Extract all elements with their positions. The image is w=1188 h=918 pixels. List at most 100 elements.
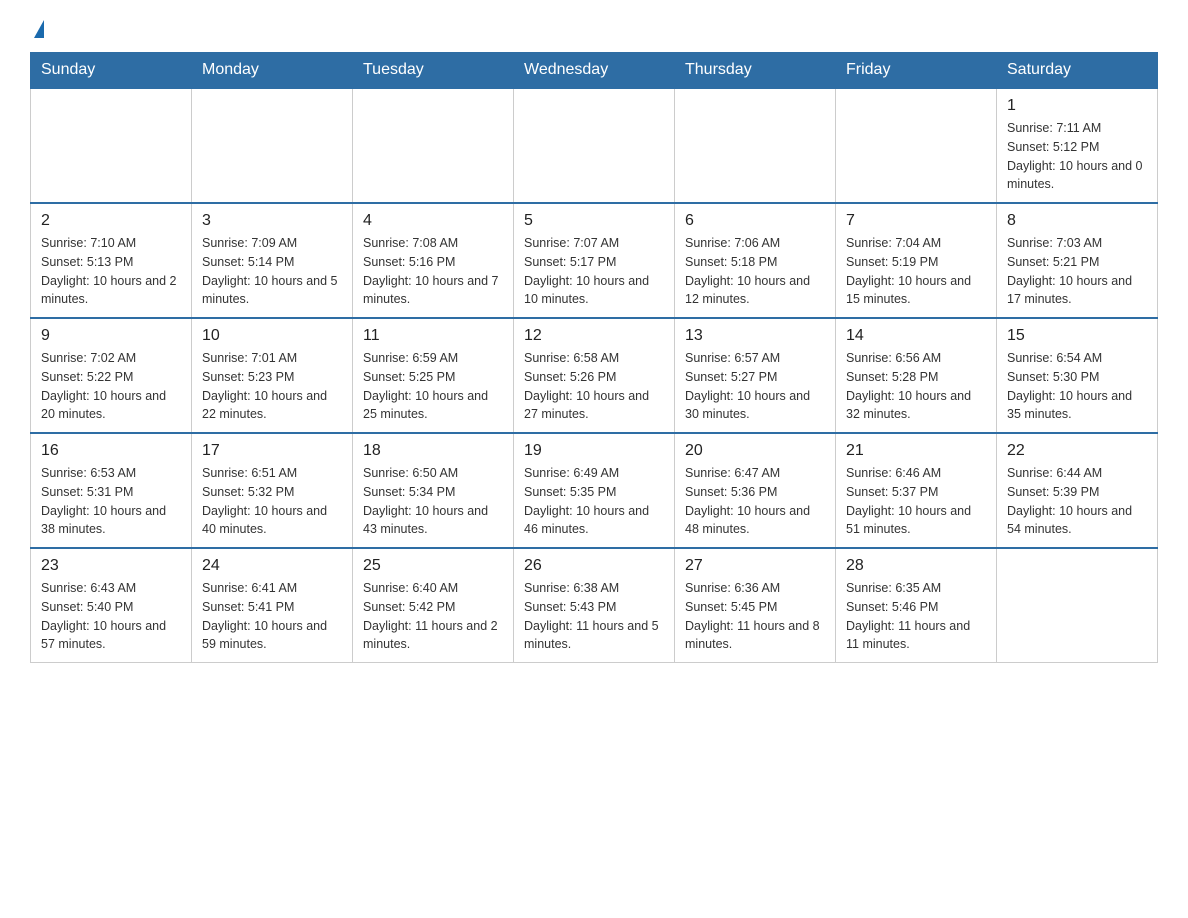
day-number: 10 [202,327,342,345]
page-header [30,20,1158,36]
day-info: Sunrise: 6:50 AMSunset: 5:34 PMDaylight:… [363,464,503,539]
calendar-cell [353,88,514,203]
day-of-week-header: Saturday [997,53,1158,89]
day-number: 1 [1007,97,1147,115]
calendar-cell: 27 Sunrise: 6:36 AMSunset: 5:45 PMDayligh… [675,548,836,663]
day-number: 22 [1007,442,1147,460]
day-number: 19 [524,442,664,460]
calendar-cell: 16 Sunrise: 6:53 AMSunset: 5:31 PMDayligh… [31,433,192,548]
day-number: 16 [41,442,181,460]
calendar-cell: 18 Sunrise: 6:50 AMSunset: 5:34 PMDayligh… [353,433,514,548]
calendar-cell: 5 Sunrise: 7:07 AMSunset: 5:17 PMDaylight… [514,203,675,318]
day-info: Sunrise: 7:02 AMSunset: 5:22 PMDaylight:… [41,349,181,424]
day-number: 15 [1007,327,1147,345]
day-of-week-header: Wednesday [514,53,675,89]
calendar-cell [192,88,353,203]
calendar-cell: 10 Sunrise: 7:01 AMSunset: 5:23 PMDayligh… [192,318,353,433]
day-number: 5 [524,212,664,230]
calendar-cell: 6 Sunrise: 7:06 AMSunset: 5:18 PMDaylight… [675,203,836,318]
calendar-cell: 7 Sunrise: 7:04 AMSunset: 5:19 PMDaylight… [836,203,997,318]
day-info: Sunrise: 7:11 AMSunset: 5:12 PMDaylight:… [1007,119,1147,194]
calendar-cell: 11 Sunrise: 6:59 AMSunset: 5:25 PMDayligh… [353,318,514,433]
day-number: 2 [41,212,181,230]
calendar-cell: 25 Sunrise: 6:40 AMSunset: 5:42 PMDayligh… [353,548,514,663]
calendar-table: SundayMondayTuesdayWednesdayThursdayFrid… [30,52,1158,663]
day-number: 18 [363,442,503,460]
day-info: Sunrise: 6:40 AMSunset: 5:42 PMDaylight:… [363,579,503,654]
day-info: Sunrise: 6:41 AMSunset: 5:41 PMDaylight:… [202,579,342,654]
day-info: Sunrise: 6:47 AMSunset: 5:36 PMDaylight:… [685,464,825,539]
day-info: Sunrise: 7:03 AMSunset: 5:21 PMDaylight:… [1007,234,1147,309]
calendar-cell: 1 Sunrise: 7:11 AMSunset: 5:12 PMDaylight… [997,88,1158,203]
day-of-week-header: Sunday [31,53,192,89]
day-number: 3 [202,212,342,230]
logo-triangle-icon [34,20,44,38]
calendar-cell: 8 Sunrise: 7:03 AMSunset: 5:21 PMDaylight… [997,203,1158,318]
calendar-cell [997,548,1158,663]
calendar-week-row: 1 Sunrise: 7:11 AMSunset: 5:12 PMDaylight… [31,88,1158,203]
calendar-cell: 20 Sunrise: 6:47 AMSunset: 5:36 PMDayligh… [675,433,836,548]
day-info: Sunrise: 6:44 AMSunset: 5:39 PMDaylight:… [1007,464,1147,539]
day-info: Sunrise: 6:53 AMSunset: 5:31 PMDaylight:… [41,464,181,539]
calendar-cell [836,88,997,203]
day-number: 7 [846,212,986,230]
calendar-cell: 13 Sunrise: 6:57 AMSunset: 5:27 PMDayligh… [675,318,836,433]
calendar-cell: 15 Sunrise: 6:54 AMSunset: 5:30 PMDayligh… [997,318,1158,433]
day-info: Sunrise: 7:10 AMSunset: 5:13 PMDaylight:… [41,234,181,309]
day-number: 17 [202,442,342,460]
calendar-cell: 23 Sunrise: 6:43 AMSunset: 5:40 PMDayligh… [31,548,192,663]
calendar-week-row: 2 Sunrise: 7:10 AMSunset: 5:13 PMDaylight… [31,203,1158,318]
day-number: 24 [202,557,342,575]
calendar-cell: 3 Sunrise: 7:09 AMSunset: 5:14 PMDaylight… [192,203,353,318]
day-of-week-header: Thursday [675,53,836,89]
calendar-cell: 14Sunrise: 6:56 AMSunset: 5:28 PMDayligh… [836,318,997,433]
day-info: Sunrise: 7:01 AMSunset: 5:23 PMDaylight:… [202,349,342,424]
day-info: Sunrise: 6:46 AMSunset: 5:37 PMDaylight:… [846,464,986,539]
calendar-cell [31,88,192,203]
calendar-cell [675,88,836,203]
calendar-week-row: 9Sunrise: 7:02 AMSunset: 5:22 PMDaylight… [31,318,1158,433]
calendar-cell [514,88,675,203]
day-number: 21 [846,442,986,460]
day-number: 12 [524,327,664,345]
calendar-cell: 9Sunrise: 7:02 AMSunset: 5:22 PMDaylight… [31,318,192,433]
day-info: Sunrise: 6:38 AMSunset: 5:43 PMDaylight:… [524,579,664,654]
calendar-week-row: 16 Sunrise: 6:53 AMSunset: 5:31 PMDayligh… [31,433,1158,548]
day-number: 4 [363,212,503,230]
day-number: 6 [685,212,825,230]
day-info: Sunrise: 6:56 AMSunset: 5:28 PMDaylight:… [846,349,986,424]
calendar-cell: 24 Sunrise: 6:41 AMSunset: 5:41 PMDayligh… [192,548,353,663]
day-info: Sunrise: 7:06 AMSunset: 5:18 PMDaylight:… [685,234,825,309]
calendar-week-row: 23 Sunrise: 6:43 AMSunset: 5:40 PMDayligh… [31,548,1158,663]
day-info: Sunrise: 7:08 AMSunset: 5:16 PMDaylight:… [363,234,503,309]
day-info: Sunrise: 6:35 AMSunset: 5:46 PMDaylight:… [846,579,986,654]
day-number: 13 [685,327,825,345]
calendar-cell: 19Sunrise: 6:49 AMSunset: 5:35 PMDayligh… [514,433,675,548]
day-info: Sunrise: 6:57 AMSunset: 5:27 PMDaylight:… [685,349,825,424]
day-number: 25 [363,557,503,575]
calendar-cell: 26 Sunrise: 6:38 AMSunset: 5:43 PMDayligh… [514,548,675,663]
day-of-week-header: Friday [836,53,997,89]
day-of-week-header: Tuesday [353,53,514,89]
day-of-week-header: Monday [192,53,353,89]
calendar-cell: 2 Sunrise: 7:10 AMSunset: 5:13 PMDaylight… [31,203,192,318]
calendar-cell: 28 Sunrise: 6:35 AMSunset: 5:46 PMDayligh… [836,548,997,663]
day-info: Sunrise: 7:07 AMSunset: 5:17 PMDaylight:… [524,234,664,309]
day-info: Sunrise: 6:43 AMSunset: 5:40 PMDaylight:… [41,579,181,654]
day-number: 28 [846,557,986,575]
day-number: 23 [41,557,181,575]
day-number: 26 [524,557,664,575]
day-number: 27 [685,557,825,575]
day-number: 11 [363,327,503,345]
day-info: Sunrise: 7:09 AMSunset: 5:14 PMDaylight:… [202,234,342,309]
day-info: Sunrise: 6:58 AMSunset: 5:26 PMDaylight:… [524,349,664,424]
day-info: Sunrise: 7:04 AMSunset: 5:19 PMDaylight:… [846,234,986,309]
calendar-cell: 21 Sunrise: 6:46 AMSunset: 5:37 PMDayligh… [836,433,997,548]
day-info: Sunrise: 6:51 AMSunset: 5:32 PMDaylight:… [202,464,342,539]
calendar-cell: 4 Sunrise: 7:08 AMSunset: 5:16 PMDaylight… [353,203,514,318]
day-info: Sunrise: 6:54 AMSunset: 5:30 PMDaylight:… [1007,349,1147,424]
day-info: Sunrise: 6:36 AMSunset: 5:45 PMDaylight:… [685,579,825,654]
day-number: 8 [1007,212,1147,230]
day-number: 20 [685,442,825,460]
day-info: Sunrise: 6:59 AMSunset: 5:25 PMDaylight:… [363,349,503,424]
